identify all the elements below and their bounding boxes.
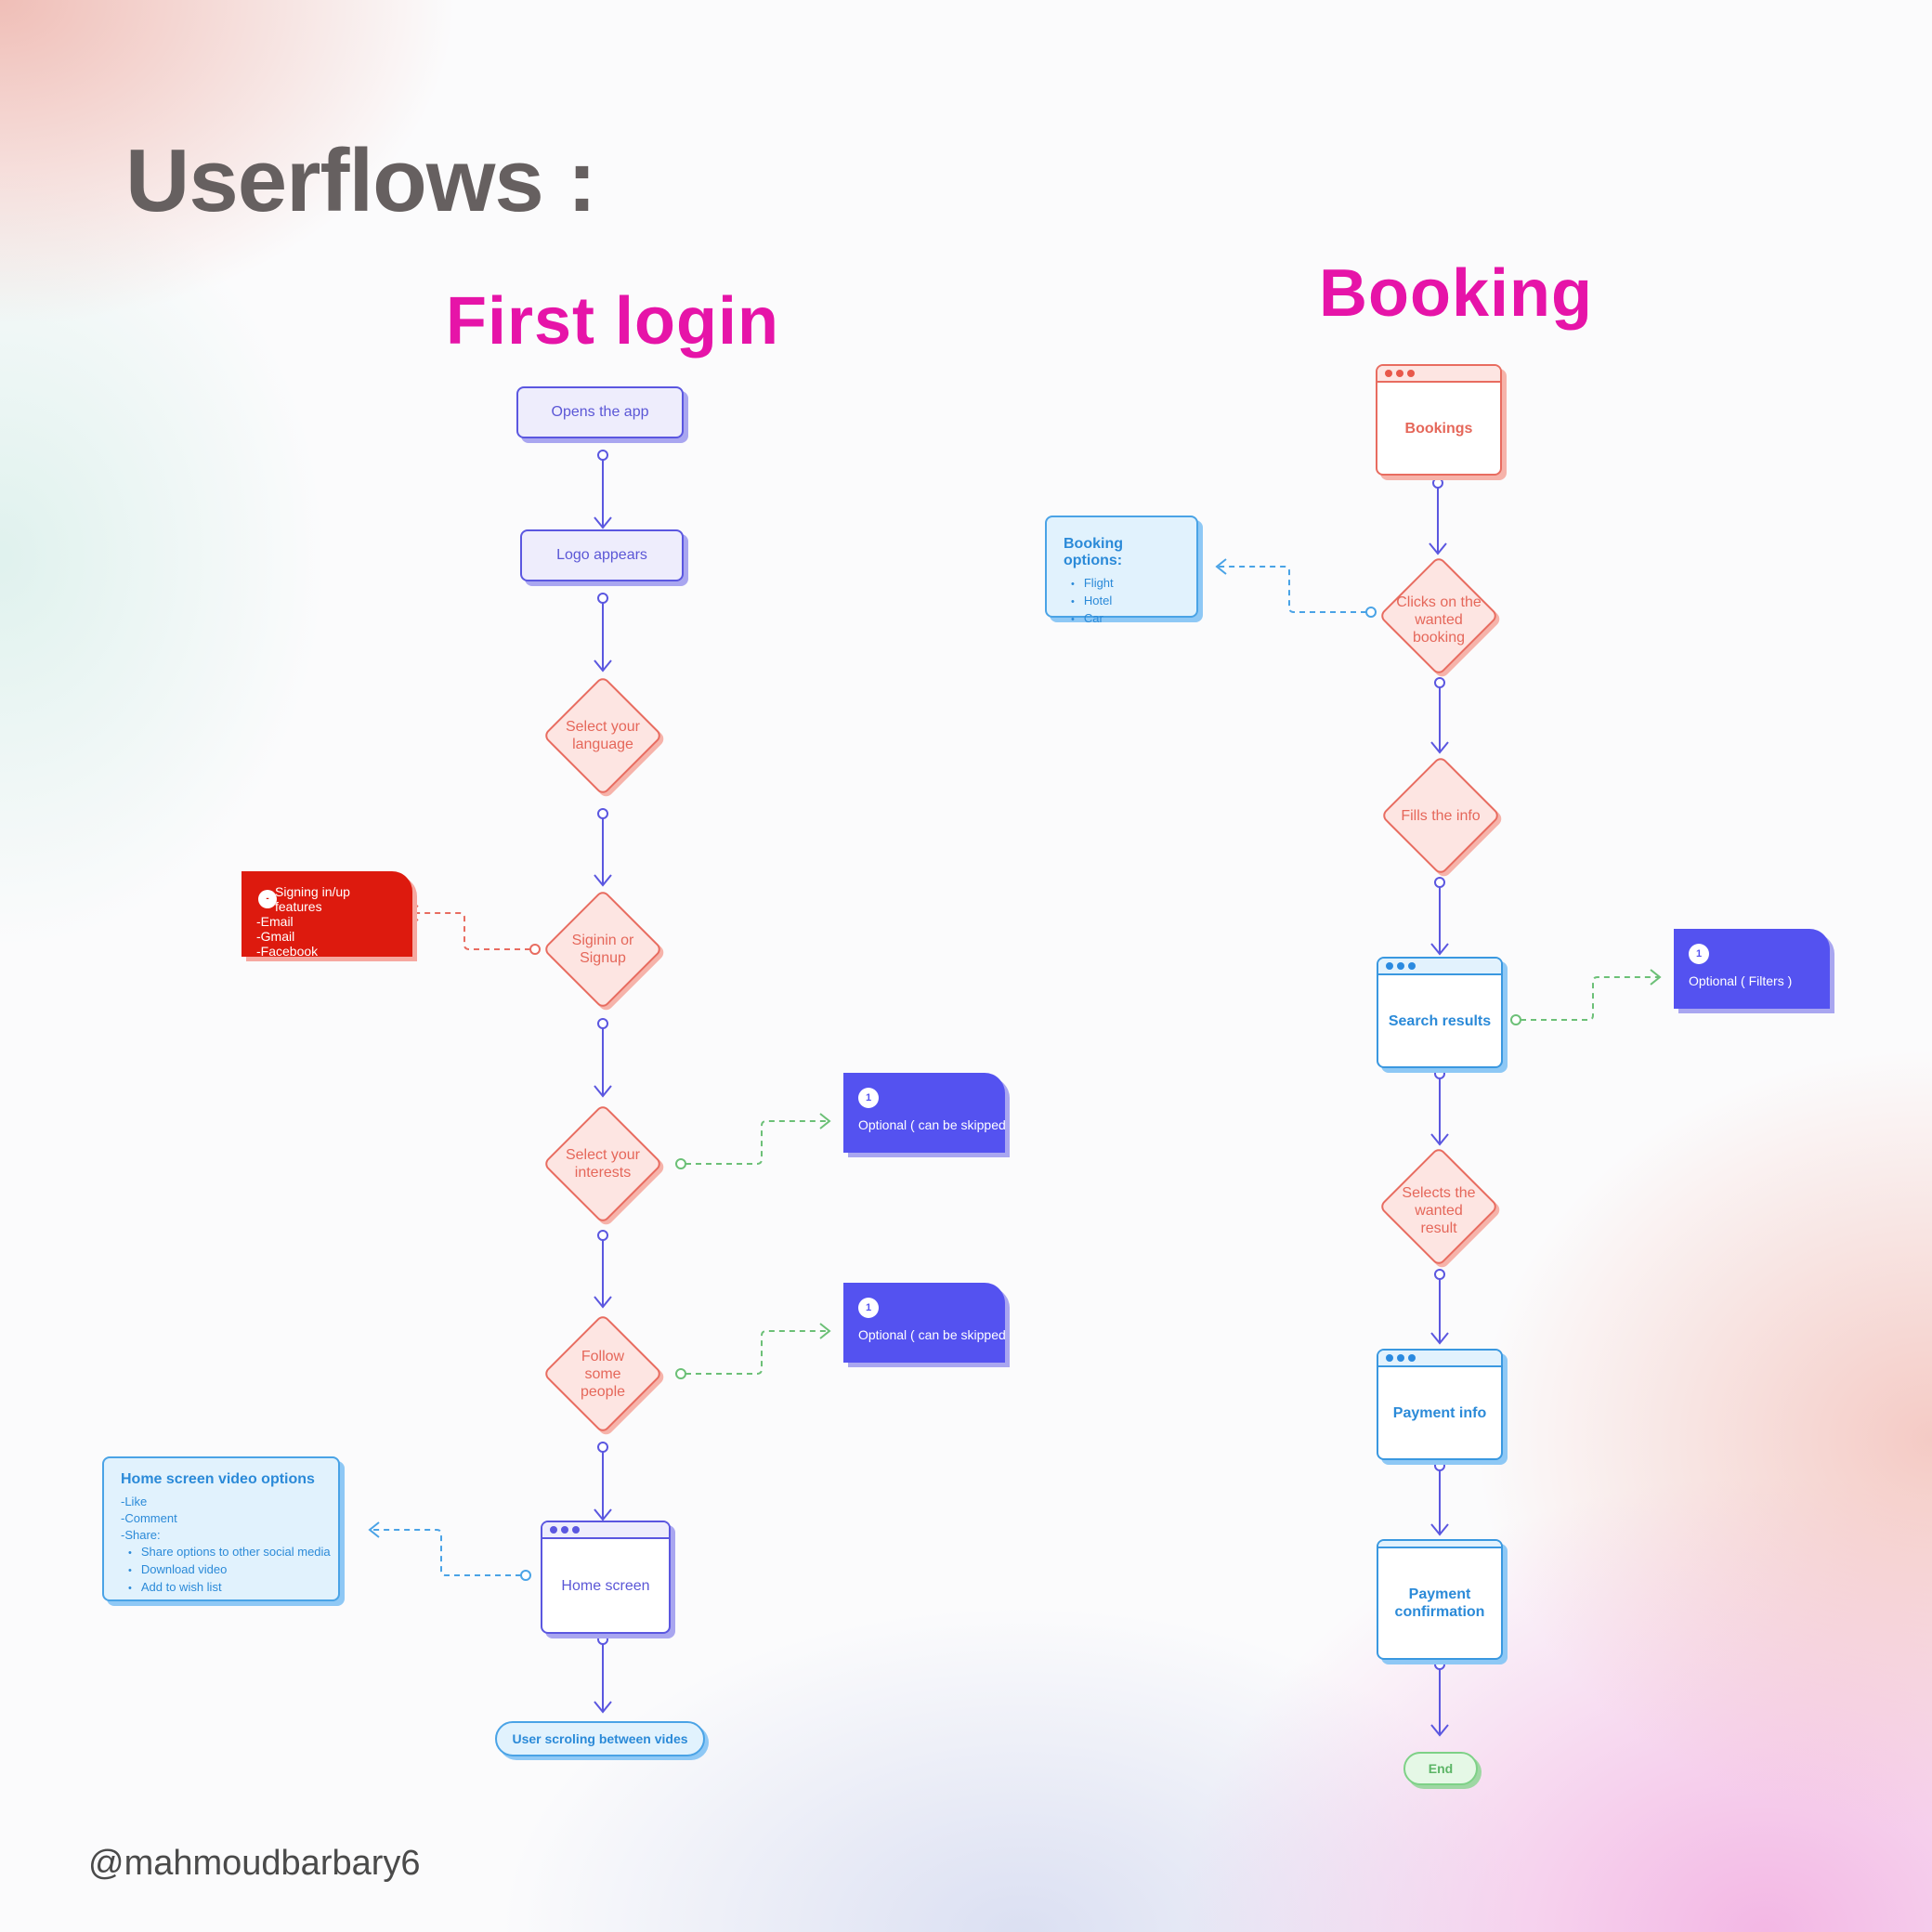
- window-dot-icon: [572, 1526, 580, 1534]
- callout-line: -Facebook: [256, 944, 319, 959]
- decision-follow-people[interactable]: Follow some people: [542, 1312, 664, 1435]
- note-bullet: Flight: [1064, 575, 1180, 593]
- screen-search-results[interactable]: Search results: [1377, 957, 1503, 1068]
- connector-dot: [597, 808, 608, 819]
- note-bullet: Add to wish list: [121, 1579, 321, 1597]
- step-label: Follow some people: [580, 1348, 626, 1400]
- callout-text: Optional ( Filters ): [1689, 973, 1793, 988]
- window-dot-icon: [1386, 962, 1393, 970]
- connector-dot: [1434, 877, 1445, 888]
- step-label: Home screen: [561, 1577, 650, 1594]
- connector-dot: [1432, 477, 1443, 489]
- interests-optional-callout: 1 Optional ( can be skipped: [843, 1073, 1005, 1153]
- callout-number-badge: 1: [858, 1088, 879, 1108]
- decision-signin-signup[interactable]: Siginin or Signup: [542, 888, 664, 1011]
- callout-number-badge: -: [258, 890, 277, 908]
- callout-number-badge: 1: [1689, 944, 1709, 964]
- callout-line: features: [275, 899, 322, 914]
- decision-clicks-booking[interactable]: Clicks on the wanted booking: [1377, 555, 1500, 677]
- connector-dot: [1434, 1659, 1445, 1670]
- callout-line: Signing in/up: [275, 884, 350, 899]
- note-item: -Share:: [121, 1528, 161, 1542]
- step-label: Search results: [1388, 1012, 1492, 1029]
- note-bullet: Hotel: [1064, 593, 1180, 610]
- step-label: Selects the wanted result: [1402, 1184, 1476, 1236]
- note-bullet: Car: [1064, 610, 1180, 628]
- filters-connector: [1510, 969, 1662, 1025]
- connector-dot: [597, 450, 608, 461]
- note-item: -Like: [121, 1495, 148, 1508]
- note-item: -Comment: [121, 1511, 177, 1525]
- step-label: Payment info: [1392, 1404, 1487, 1421]
- booking-options-note: Booking options: Flight Hotel Car: [1045, 516, 1198, 625]
- connector-dot: [597, 1442, 608, 1453]
- terminal-end[interactable]: End: [1403, 1752, 1478, 1785]
- step-label: User scroling between vides: [512, 1731, 688, 1746]
- decision-selects-result[interactable]: Selects the wanted result: [1377, 1145, 1500, 1268]
- note-title: Home screen video options: [121, 1471, 315, 1487]
- connector-dot: [597, 1634, 608, 1645]
- step-label: Bookings: [1404, 420, 1473, 437]
- callout-text: Optional ( can be skipped: [858, 1327, 1005, 1342]
- home-options-connector: [368, 1521, 531, 1581]
- window-dot-icon: [1408, 1354, 1416, 1362]
- window-dot-icon: [1385, 370, 1392, 377]
- signin-connector: [407, 905, 541, 955]
- step-opens-app[interactable]: Opens the app: [516, 386, 684, 438]
- connector-dot: [597, 593, 608, 604]
- step-label: Select your language: [565, 719, 641, 752]
- window-dot-icon: [1397, 962, 1404, 970]
- step-label: Opens the app: [551, 404, 649, 420]
- connector-dot: [1434, 1068, 1445, 1079]
- callout-text: Optional ( can be skipped: [858, 1117, 1005, 1132]
- connector-dot: [1434, 677, 1445, 688]
- window-titlebar: [1378, 1351, 1501, 1367]
- screen-bookings[interactable]: Bookings: [1376, 364, 1502, 476]
- window-titlebar: [542, 1522, 669, 1539]
- window-titlebar: [1378, 959, 1501, 975]
- note-bullet: Share options to other social media: [121, 1544, 331, 1561]
- step-label: Fills the info: [1401, 807, 1481, 824]
- step-label: Siginin or Signup: [571, 933, 634, 966]
- window-dot-icon: [1407, 370, 1415, 377]
- note-title: Booking options:: [1064, 536, 1123, 568]
- step-label: Clicks on the wanted booking: [1396, 594, 1482, 646]
- step-label: End: [1428, 1761, 1454, 1776]
- screen-payment-info[interactable]: Payment info: [1377, 1349, 1503, 1460]
- step-label: Select your interests: [565, 1147, 641, 1181]
- connector-dot: [597, 1230, 608, 1241]
- terminal-user-scrolling[interactable]: User scroling between vides: [495, 1721, 705, 1756]
- connectors: [368, 450, 1662, 1737]
- callout-number-badge: 1: [858, 1298, 879, 1318]
- connector-dot: [1434, 1269, 1445, 1280]
- window-dot-icon: [550, 1526, 557, 1534]
- decision-select-language[interactable]: Select your language: [542, 674, 664, 797]
- callout-line: -Email: [256, 914, 294, 929]
- filters-optional-callout: 1 Optional ( Filters ): [1674, 929, 1830, 1009]
- window-titlebar: [1377, 366, 1500, 383]
- connector-dot: [597, 1018, 608, 1029]
- window-dot-icon: [1397, 1354, 1404, 1362]
- window-titlebar: [1378, 1541, 1501, 1548]
- home-options-note: Home screen video options -Like -Comment…: [102, 1456, 340, 1601]
- screen-home[interactable]: Home screen: [541, 1521, 671, 1634]
- follow-optional-callout: 1 Optional ( can be skipped: [843, 1283, 1005, 1363]
- note-bullet: Download video: [121, 1561, 321, 1579]
- decision-fills-info[interactable]: Fills the info: [1379, 754, 1502, 877]
- screen-payment-confirmation[interactable]: Payment confirmation: [1377, 1539, 1503, 1660]
- signin-features-callout: - Signing in/up features -Email -Gmail -…: [242, 871, 412, 959]
- window-dot-icon: [1386, 1354, 1393, 1362]
- step-logo-appears[interactable]: Logo appears: [520, 529, 684, 581]
- booking-options-connector: [1215, 558, 1377, 618]
- window-dot-icon: [1408, 962, 1416, 970]
- step-label: Logo appears: [556, 547, 647, 563]
- callout-line: -Gmail: [256, 929, 295, 944]
- follow-connector: [675, 1323, 831, 1379]
- window-dot-icon: [561, 1526, 568, 1534]
- interests-connector: [675, 1113, 831, 1169]
- connector-dot: [1434, 1460, 1445, 1471]
- step-label: Payment confirmation: [1394, 1586, 1485, 1620]
- decision-select-interests[interactable]: Select your interests: [542, 1103, 664, 1225]
- window-dot-icon: [1396, 370, 1403, 377]
